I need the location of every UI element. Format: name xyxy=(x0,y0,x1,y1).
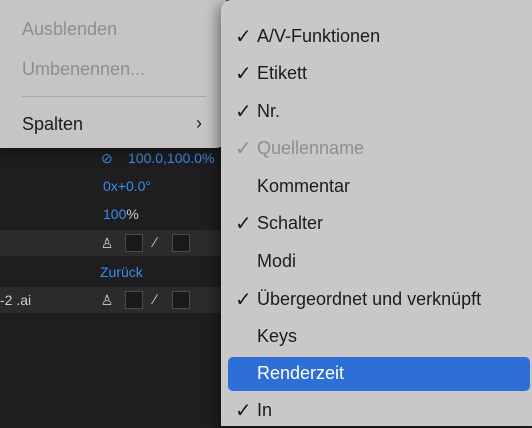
parent-value[interactable]: Zurück xyxy=(100,264,143,280)
submenu-item-av-funktionen[interactable]: ✓ A/V-Funktionen xyxy=(228,20,530,54)
checkmark-icon: ✓ xyxy=(235,400,252,422)
submenu-item-label: Kommentar xyxy=(257,176,351,196)
switch-box[interactable] xyxy=(125,291,143,309)
menu-item-umbenennen[interactable]: Umbenennen... xyxy=(22,59,145,80)
switch-box[interactable] xyxy=(172,234,190,252)
puppet-pin-icon[interactable]: ♙ xyxy=(98,291,116,309)
submenu-item-label: Quellenname xyxy=(257,138,365,158)
context-menu: Ausblenden Umbenennen... Spalten › xyxy=(0,0,226,148)
quality-slash-icon[interactable]: ∕ xyxy=(146,290,164,308)
submenu-item-kommentar[interactable]: Kommentar xyxy=(228,170,530,204)
submenu-item-nr[interactable]: ✓ Nr. xyxy=(228,95,530,129)
link-icon[interactable]: ⊘ xyxy=(101,150,113,167)
chevron-right-icon: › xyxy=(196,113,202,133)
menu-divider xyxy=(22,96,206,97)
submenu-item-label: Renderzeit xyxy=(257,363,345,383)
switch-box[interactable] xyxy=(125,234,143,252)
submenu-item-keys[interactable]: Keys xyxy=(228,320,530,354)
submenu-item-label: Etikett xyxy=(257,63,308,83)
submenu-item-schalter[interactable]: ✓ Schalter xyxy=(228,207,530,241)
quality-slash-icon[interactable]: ∕ xyxy=(146,233,164,251)
switch-box[interactable] xyxy=(172,291,190,309)
checkmark-icon: ✓ xyxy=(235,101,252,123)
menu-item-ausblenden[interactable]: Ausblenden xyxy=(22,19,117,40)
submenu-item-quellenname[interactable]: ✓ Quellenname xyxy=(228,132,530,166)
rotation-value[interactable]: 0x+0.0° xyxy=(103,178,151,194)
scale-value[interactable]: 100.0,100.0% xyxy=(128,150,214,166)
submenu-item-label: Nr. xyxy=(257,101,281,121)
menu-item-spalten[interactable]: Spalten xyxy=(22,114,83,135)
submenu-item-in[interactable]: ✓ In xyxy=(228,394,530,428)
checkmark-icon: ✓ xyxy=(235,138,252,160)
checkmark-icon: ✓ xyxy=(235,289,252,311)
checkmark-icon: ✓ xyxy=(235,213,252,235)
layer-name[interactable]: -2 .ai xyxy=(0,292,31,308)
submenu-item-label: Keys xyxy=(257,326,298,346)
checkmark-icon: ✓ xyxy=(235,63,252,85)
submenu-item-label: A/V-Funktionen xyxy=(257,26,381,46)
submenu-item-label: In xyxy=(257,400,273,420)
puppet-pin-icon[interactable]: ♙ xyxy=(98,234,116,252)
submenu-item-label: Modi xyxy=(257,251,297,271)
submenu-item-label: Schalter xyxy=(257,213,324,233)
submenu-item-label: Übergeordnet und verknüpft xyxy=(257,289,482,309)
checkmark-icon: ✓ xyxy=(235,26,252,48)
opacity-value[interactable]: 100% xyxy=(103,206,139,222)
columns-submenu: ✓ A/V-Funktionen ✓ Etikett ✓ Nr. ✓ Quell… xyxy=(221,0,532,426)
submenu-item-modi[interactable]: Modi xyxy=(228,245,530,279)
submenu-item-renderzeit[interactable]: Renderzeit xyxy=(228,357,530,391)
submenu-item-uebergeordnet[interactable]: ✓ Übergeordnet und verknüpft xyxy=(228,283,530,317)
submenu-item-etikett[interactable]: ✓ Etikett xyxy=(228,57,530,91)
